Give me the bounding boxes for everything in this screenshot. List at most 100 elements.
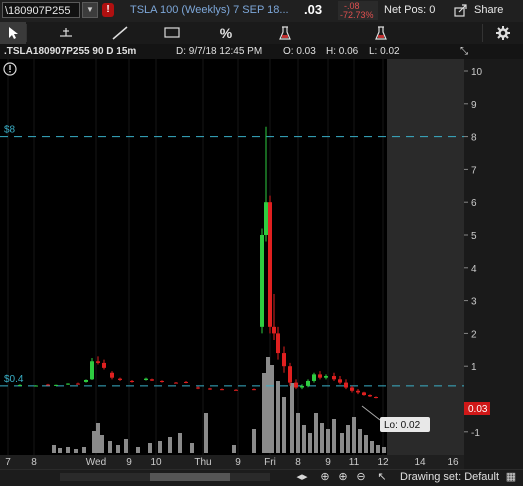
candle-body <box>34 385 38 387</box>
volume-bar <box>326 429 330 453</box>
candle-body <box>102 362 106 368</box>
bar-date: D: 9/7/18 12:45 PM <box>176 46 263 57</box>
price-level-tool-icon[interactable] <box>50 22 82 44</box>
flask-icon[interactable] <box>272 22 298 44</box>
price-tick-label: 10 <box>471 67 483 78</box>
volume-bar <box>290 383 294 453</box>
time-tick-label: 11 <box>349 457 360 468</box>
price-tick-label: 1 <box>471 362 477 373</box>
price-tick-label: 7 <box>471 165 477 176</box>
crosshair-icon[interactable]: ⊕ <box>318 470 332 484</box>
volume-bar <box>302 425 306 453</box>
price-tick-label: 9 <box>471 100 477 111</box>
bar-low: L: 0.02 <box>369 46 400 57</box>
svg-text:0.03: 0.03 <box>468 404 488 415</box>
time-tick-label: 9 <box>325 457 331 468</box>
resize-arrows-icon[interactable]: ⤡ <box>460 44 468 59</box>
share-icon <box>454 2 468 23</box>
volume-bar <box>124 439 128 453</box>
volume-bar <box>92 431 96 453</box>
volume-bar <box>52 445 56 453</box>
scrollbar-thumb[interactable] <box>150 473 230 481</box>
candle-body <box>252 389 256 391</box>
symbol-description[interactable]: TSLA 100 (Weeklys) 7 SEP 18... <box>130 4 289 16</box>
flask-add-icon[interactable] <box>368 22 394 44</box>
volume-bar <box>266 357 270 453</box>
bar-open: O: 0.03 <box>283 46 316 57</box>
chart-title: .TSLA180907P255 90 D 15m <box>4 46 137 57</box>
rectangle-tool-icon[interactable] <box>156 22 188 44</box>
volume-bar <box>178 433 182 453</box>
symbol-input[interactable]: \180907P255 <box>2 2 80 18</box>
grid-icon[interactable]: ▦ <box>504 470 518 484</box>
volume-bar <box>262 373 266 453</box>
volume-bar <box>364 435 368 453</box>
time-tick-label: 8 <box>295 457 301 468</box>
time-tick-label: Wed <box>86 457 106 468</box>
price-tick-label: 5 <box>471 231 477 242</box>
volume-bar <box>66 447 70 453</box>
volume-bar <box>376 445 380 453</box>
chevron-down-icon[interactable]: ▼ <box>82 2 98 18</box>
candle-body <box>338 379 342 383</box>
candle-body <box>350 387 354 391</box>
candle-body <box>306 380 310 386</box>
volume-bar <box>96 423 100 453</box>
time-tick-label: 16 <box>447 457 459 468</box>
price-level-label: $8 <box>4 125 16 136</box>
volume-bar <box>270 365 274 453</box>
scroll-right-icon[interactable]: ◂▸ <box>296 470 308 484</box>
time-axis-ticks: 7 8 Wed 9 10 Thu 9 Fri 8 9 11 12 14 16 <box>5 457 459 468</box>
candle-body <box>130 380 134 382</box>
volume-bar <box>82 447 86 453</box>
volume-bar <box>308 433 312 453</box>
candle-body <box>118 378 122 380</box>
expansion-area <box>387 59 464 455</box>
toolbar-divider <box>26 24 27 42</box>
candle-body <box>110 372 114 378</box>
trendline-tool-icon[interactable] <box>104 22 136 44</box>
cursor-icon[interactable]: ↖ <box>376 470 388 484</box>
candle-body <box>362 392 366 396</box>
candle-body <box>18 384 22 386</box>
drawing-set-selector[interactable]: Drawing set: Default <box>400 470 499 484</box>
candle-body <box>312 374 316 381</box>
volume-bar <box>346 425 350 453</box>
candle-body <box>196 387 200 389</box>
candle-body <box>294 382 298 388</box>
candle-body <box>66 383 70 385</box>
percent-tool-icon[interactable]: % <box>210 22 242 44</box>
volume-bar <box>320 423 324 453</box>
candle-body <box>272 326 276 334</box>
candle-body <box>260 235 264 327</box>
price-level-label: $0.4 <box>4 374 24 385</box>
gear-icon[interactable] <box>488 22 518 44</box>
price-tick-label: 3 <box>471 297 477 308</box>
volume-bar <box>136 447 140 453</box>
share-label: Share <box>474 4 504 16</box>
price-chart[interactable]: $8$0.4 12345678910-1 7 8 Wed 9 10 Thu 9 Fri 8 9 11… <box>0 59 523 469</box>
last-price: .03 <box>304 2 323 17</box>
svg-text:Lo: 0.02: Lo: 0.02 <box>384 420 421 431</box>
volume-bar <box>100 435 104 453</box>
candle-body <box>54 384 58 386</box>
candle-body <box>318 374 322 378</box>
volume-bar <box>340 433 344 453</box>
volume-bar <box>358 429 362 453</box>
zoom-out-icon[interactable]: ⊖ <box>354 470 368 484</box>
time-tick-label: 10 <box>150 457 162 468</box>
candle-body <box>208 388 212 390</box>
candle-body <box>150 379 154 381</box>
cursor-tool-icon[interactable] <box>0 22 26 44</box>
candle-body <box>160 380 164 382</box>
share-button[interactable]: Share <box>450 2 520 19</box>
volume-bar <box>74 449 78 453</box>
candle-body <box>374 397 378 399</box>
time-tick-label: 9 <box>126 457 132 468</box>
alert-icon[interactable]: ! <box>102 3 114 17</box>
volume-bar <box>116 445 120 453</box>
volume-bar <box>148 443 152 453</box>
chart-info-bar: .TSLA180907P255 90 D 15m D: 9/7/18 12:45… <box>0 44 523 60</box>
zoom-in-icon[interactable]: ⊕ <box>336 470 350 484</box>
candle-body <box>46 384 50 386</box>
